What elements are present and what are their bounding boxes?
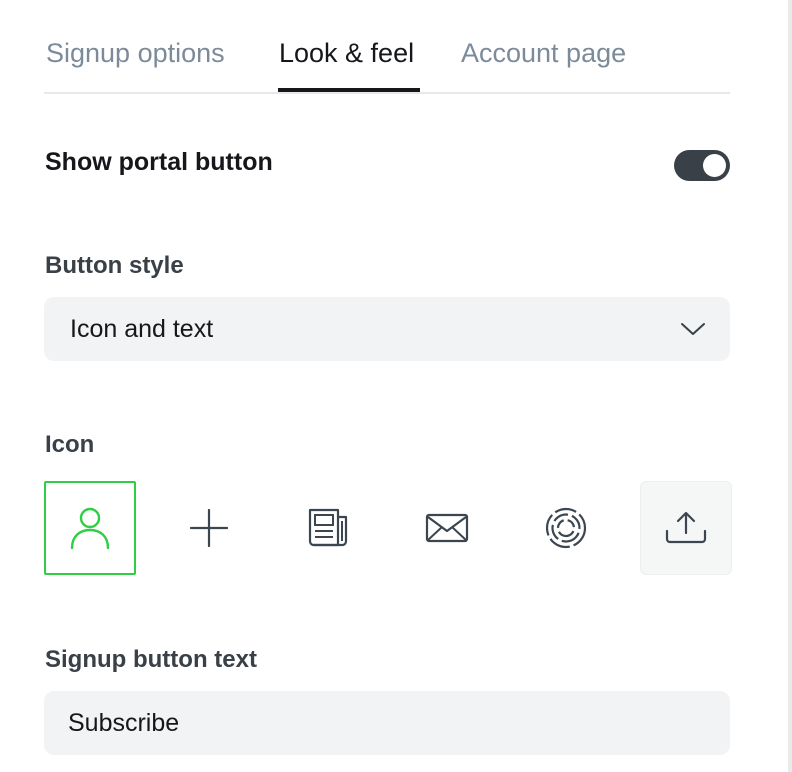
- upload-icon: [665, 511, 707, 544]
- button-style-select[interactable]: Icon and text: [44, 297, 730, 361]
- toggle-knob: [703, 154, 726, 177]
- signup-button-text-label: Signup button text: [45, 646, 257, 673]
- icon-label: Icon: [45, 431, 95, 458]
- show-portal-button-toggle[interactable]: [674, 150, 730, 181]
- portal-settings-panel: Signup options Look & feel Account page …: [44, 0, 732, 772]
- button-style-label: Button style: [45, 252, 184, 279]
- panel-right-border: [788, 0, 792, 772]
- show-portal-button-label: Show portal button: [45, 148, 273, 176]
- icon-option-upload[interactable]: [640, 481, 732, 575]
- envelope-icon: [425, 513, 469, 543]
- icon-option-fingerprint[interactable]: [520, 481, 612, 575]
- plus-icon: [189, 508, 229, 548]
- icon-option-plus[interactable]: [163, 481, 255, 575]
- tab-signup-options[interactable]: Signup options: [46, 38, 225, 69]
- settings-tabs: Signup options Look & feel Account page: [44, 0, 730, 94]
- button-style-selected-value: Icon and text: [70, 315, 214, 343]
- signup-button-text-input[interactable]: [44, 691, 730, 755]
- active-tab-indicator: [278, 88, 420, 92]
- tab-account-page[interactable]: Account page: [461, 38, 626, 69]
- icon-option-newspaper[interactable]: [282, 481, 374, 575]
- chevron-down-icon: [681, 323, 705, 335]
- newspaper-icon: [308, 508, 348, 547]
- fingerprint-circle-icon: [545, 507, 587, 549]
- icon-option-envelope[interactable]: [401, 481, 493, 575]
- tab-look-and-feel[interactable]: Look & feel: [279, 38, 414, 69]
- icon-option-user[interactable]: [44, 481, 136, 575]
- user-icon: [70, 507, 110, 550]
